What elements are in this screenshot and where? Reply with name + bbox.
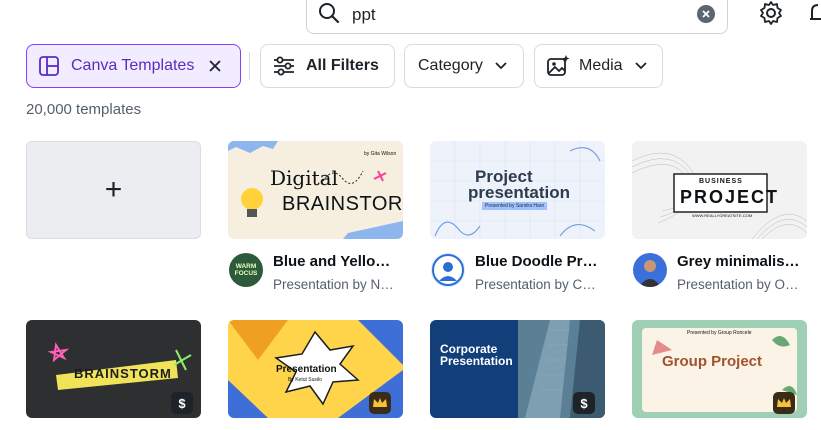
sliders-icon (274, 56, 294, 76)
thumb-title: BUSINESS (699, 178, 743, 185)
all-filters-button[interactable]: All Filters (260, 44, 395, 88)
chevron-down-icon (495, 62, 507, 70)
chip-divider (249, 52, 250, 80)
category-dropdown[interactable]: Category (404, 44, 524, 88)
thumb-subtitle: By Ketut Susilo (288, 377, 322, 383)
canva-templates-chip[interactable]: Canva Templates (26, 44, 241, 88)
close-icon[interactable] (208, 59, 222, 73)
chevron-down-icon (634, 62, 647, 70)
thumb-title: PROJECT (680, 187, 780, 207)
crown-icon (369, 392, 391, 414)
search-icon (319, 3, 340, 24)
avatar-label: WARM FOCUS (234, 263, 258, 277)
paid-badge: $ (171, 392, 193, 414)
template-icon (39, 56, 59, 76)
thumb-title: BRAINSTORM (282, 193, 403, 215)
create-blank-card[interactable]: + (26, 141, 201, 239)
thumb-title: presentation (468, 183, 571, 202)
avatar: WARM FOCUS (229, 253, 263, 287)
thumb-subtitle: Presented by Group Roncele (687, 330, 752, 336)
all-filters-label: All Filters (306, 57, 379, 74)
clear-search-icon[interactable] (697, 5, 715, 23)
thumb-title: Digital (270, 166, 338, 190)
search-input[interactable]: ppt (352, 5, 376, 25)
template-subtitle[interactable]: Presentation by O… (677, 277, 799, 292)
template-card-thumbnail[interactable]: BUSINESS PROJECT WWW.REALLYGREATSITE.COM (632, 141, 807, 239)
template-card-thumbnail[interactable]: Digital BRAINSTORM by Gita Wilson (228, 141, 403, 239)
media-dropdown[interactable]: Media (534, 44, 663, 88)
chip-label: Canva Templates (71, 57, 195, 74)
media-icon (547, 55, 570, 76)
thumb-title: BRAINSTORM (74, 366, 172, 381)
gear-icon[interactable] (758, 0, 784, 26)
bell-icon[interactable] (808, 2, 821, 24)
template-title[interactable]: Blue and Yello… (273, 253, 390, 270)
thumb-url: WWW.REALLYGREATSITE.COM (692, 213, 753, 218)
avatar (633, 253, 667, 287)
paid-badge: $ (573, 392, 595, 414)
template-title[interactable]: Grey minimalis… (677, 253, 800, 270)
template-subtitle[interactable]: Presentation by C… (475, 277, 596, 292)
thumb-corner: by Gita Wilson (364, 151, 397, 157)
plus-icon: + (104, 173, 123, 206)
category-label: Category (418, 57, 483, 74)
thumb-tag: Presented by Sandra Haro (482, 202, 548, 210)
thumb-title: Presentation (276, 364, 337, 375)
results-count: 20,000 templates (26, 101, 142, 118)
thumb-title: Group Project (662, 353, 763, 370)
media-label: Media (579, 57, 623, 74)
template-title[interactable]: Blue Doodle Pr… (475, 253, 598, 270)
template-card-thumbnail[interactable]: BRAINSTORM $ (26, 320, 201, 418)
avatar (431, 253, 465, 287)
search-bar[interactable]: ppt (306, 0, 728, 34)
crown-icon (773, 392, 795, 414)
thumb-title: Presentation (440, 354, 513, 368)
template-card-thumbnail[interactable]: Project presentation Presented by Sandra… (430, 141, 605, 239)
template-subtitle[interactable]: Presentation by N… (273, 277, 394, 292)
